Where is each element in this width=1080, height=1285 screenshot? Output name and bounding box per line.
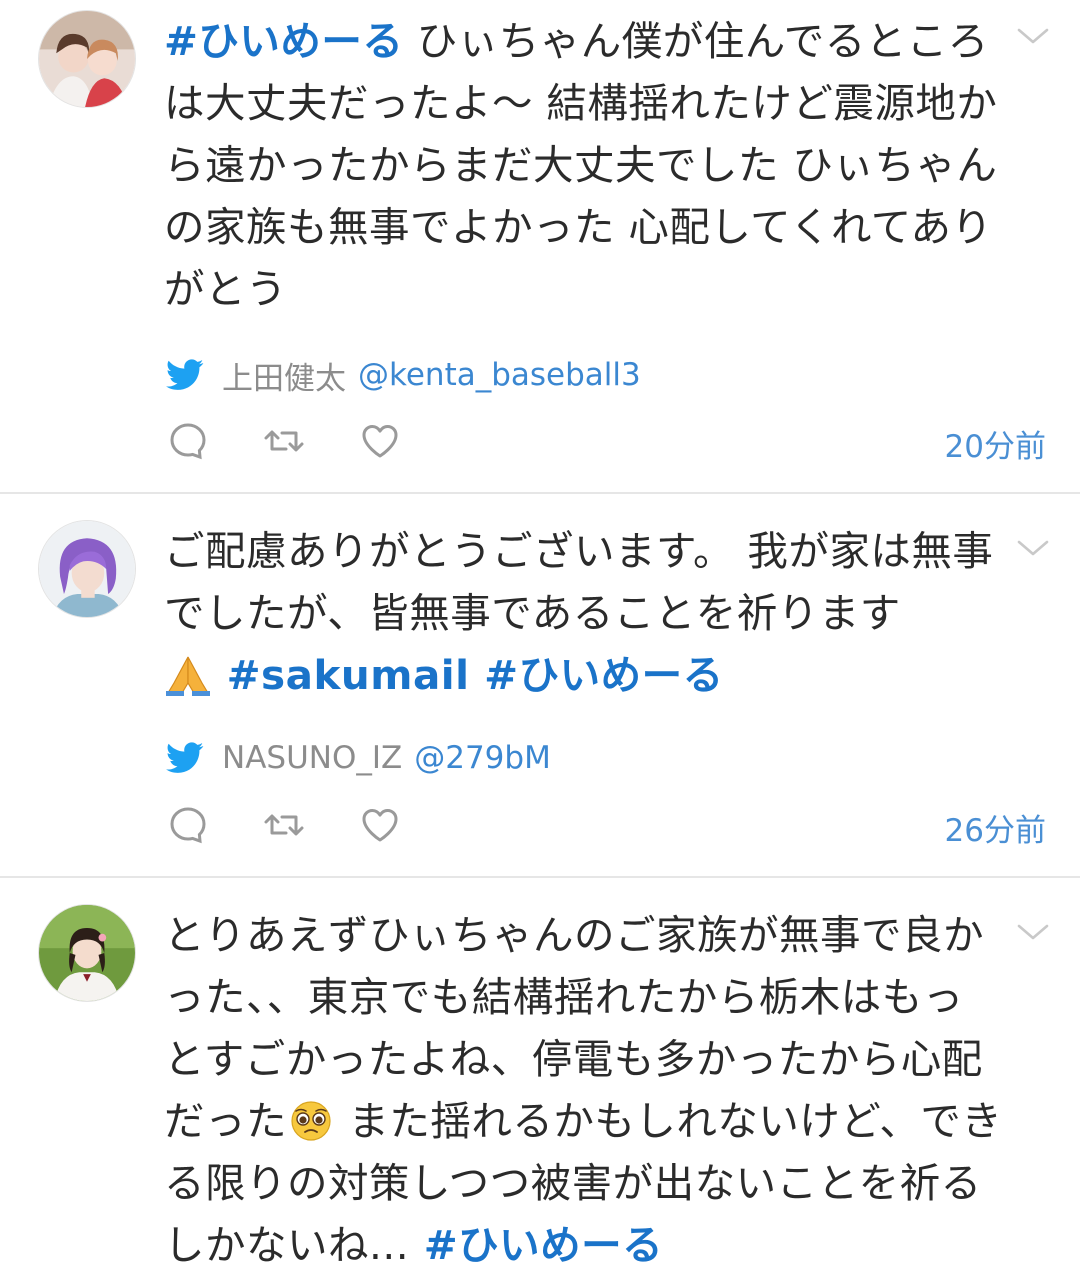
hashtag[interactable]: #ひいめーる	[409, 1221, 663, 1269]
tweet-text: とりあえずひぃちゃんのご家族が無事で良かった、、東京でも結構揺れたから栃木はもっ…	[164, 911, 1003, 1269]
avatar[interactable]	[38, 520, 136, 618]
chevron-down-icon[interactable]	[1016, 26, 1050, 46]
folded-hands-emoji-icon	[166, 656, 210, 696]
tweet-card[interactable]: ご配慮ありがとうございます。 我が家は無事でしたが、皆無事であることを祈ります …	[0, 494, 1080, 876]
chevron-down-icon[interactable]	[1016, 538, 1050, 558]
tweet-actions: 20分前	[166, 419, 1046, 465]
avatar[interactable]	[38, 904, 136, 1002]
reply-icon[interactable]	[166, 419, 210, 463]
tweet-text: #ひいめーる ひぃちゃん僕が住んでるところは大丈夫だったよ〜 結構揺れたけど震源…	[164, 17, 998, 313]
tweet-card[interactable]: #ひいめーる ひぃちゃん僕が住んでるところは大丈夫だったよ〜 結構揺れたけど震源…	[0, 0, 1080, 492]
tweet-text: ご配慮ありがとうございます。 我が家は無事でしたが、皆無事であることを祈ります …	[164, 527, 994, 699]
tweet-source[interactable]: NASUNO_IZ @279bM	[166, 738, 551, 778]
timestamp: 20分前	[944, 429, 1046, 465]
source-name: NASUNO_IZ	[222, 740, 403, 776]
pleading-face-emoji-icon	[291, 1101, 331, 1141]
tweet-feed: #ひいめーる ひぃちゃん僕が住んでるところは大丈夫だったよ〜 結構揺れたけど震源…	[0, 0, 1080, 1285]
source-name: 上田健太	[222, 360, 346, 397]
hashtag[interactable]: #ひいめーる	[164, 17, 403, 65]
avatar[interactable]	[38, 10, 136, 108]
like-heart-icon[interactable]	[358, 419, 402, 463]
retweet-icon[interactable]	[262, 803, 306, 847]
twitter-bird-icon	[166, 742, 204, 773]
reply-icon[interactable]	[166, 803, 210, 847]
source-handle[interactable]: @279bM	[414, 740, 551, 776]
tweet-source[interactable]: 上田健太 @kenta_baseball3	[166, 355, 641, 397]
timestamp: 26分前	[944, 813, 1046, 849]
tweet-card[interactable]: とりあえずひぃちゃんのご家族が無事で良かった、、東京でも結構揺れたから栃木はもっ…	[0, 878, 1080, 1285]
source-handle[interactable]: @kenta_baseball3	[358, 357, 641, 393]
hashtag[interactable]: #ひいめーる	[470, 651, 724, 699]
retweet-icon[interactable]	[262, 419, 306, 463]
twitter-bird-icon	[166, 359, 204, 390]
like-heart-icon[interactable]	[358, 803, 402, 847]
hashtag[interactable]: #sakumail	[212, 651, 470, 699]
chevron-down-icon[interactable]	[1016, 922, 1050, 942]
tweet-actions: 26分前	[166, 803, 1046, 849]
